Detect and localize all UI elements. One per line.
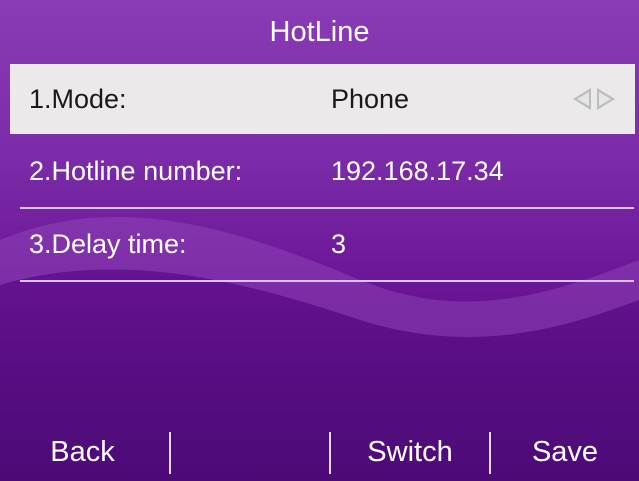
- delay-time-value: 3: [331, 228, 347, 259]
- page-title: HotLine: [269, 15, 370, 48]
- back-button[interactable]: Back: [0, 424, 165, 481]
- empty-softkey[interactable]: [171, 424, 329, 481]
- menu-item-mode[interactable]: 1.Mode: Phone: [10, 64, 635, 134]
- delay-time-label: 3.Delay time:: [29, 228, 187, 259]
- left-right-arrows-icon[interactable]: [571, 86, 617, 112]
- hotline-number-label: 2.Hotline number:: [29, 155, 243, 186]
- switch-button[interactable]: Switch: [331, 424, 489, 481]
- hotline-number-value: 192.168.17.34: [331, 155, 504, 186]
- save-button[interactable]: Save: [491, 424, 639, 481]
- softkey-bar: Back Switch Save: [0, 424, 639, 481]
- divider: [20, 280, 634, 282]
- phone-screen: HotLine 1.Mode: Phone 2.Hotline number: …: [0, 0, 639, 481]
- menu-item-delay-time[interactable]: 3.Delay time: 3: [10, 209, 635, 279]
- mode-value: Phone: [331, 83, 410, 114]
- menu-item-hotline-number[interactable]: 2.Hotline number: 192.168.17.34: [10, 136, 635, 206]
- mode-label: 1.Mode:: [29, 83, 127, 114]
